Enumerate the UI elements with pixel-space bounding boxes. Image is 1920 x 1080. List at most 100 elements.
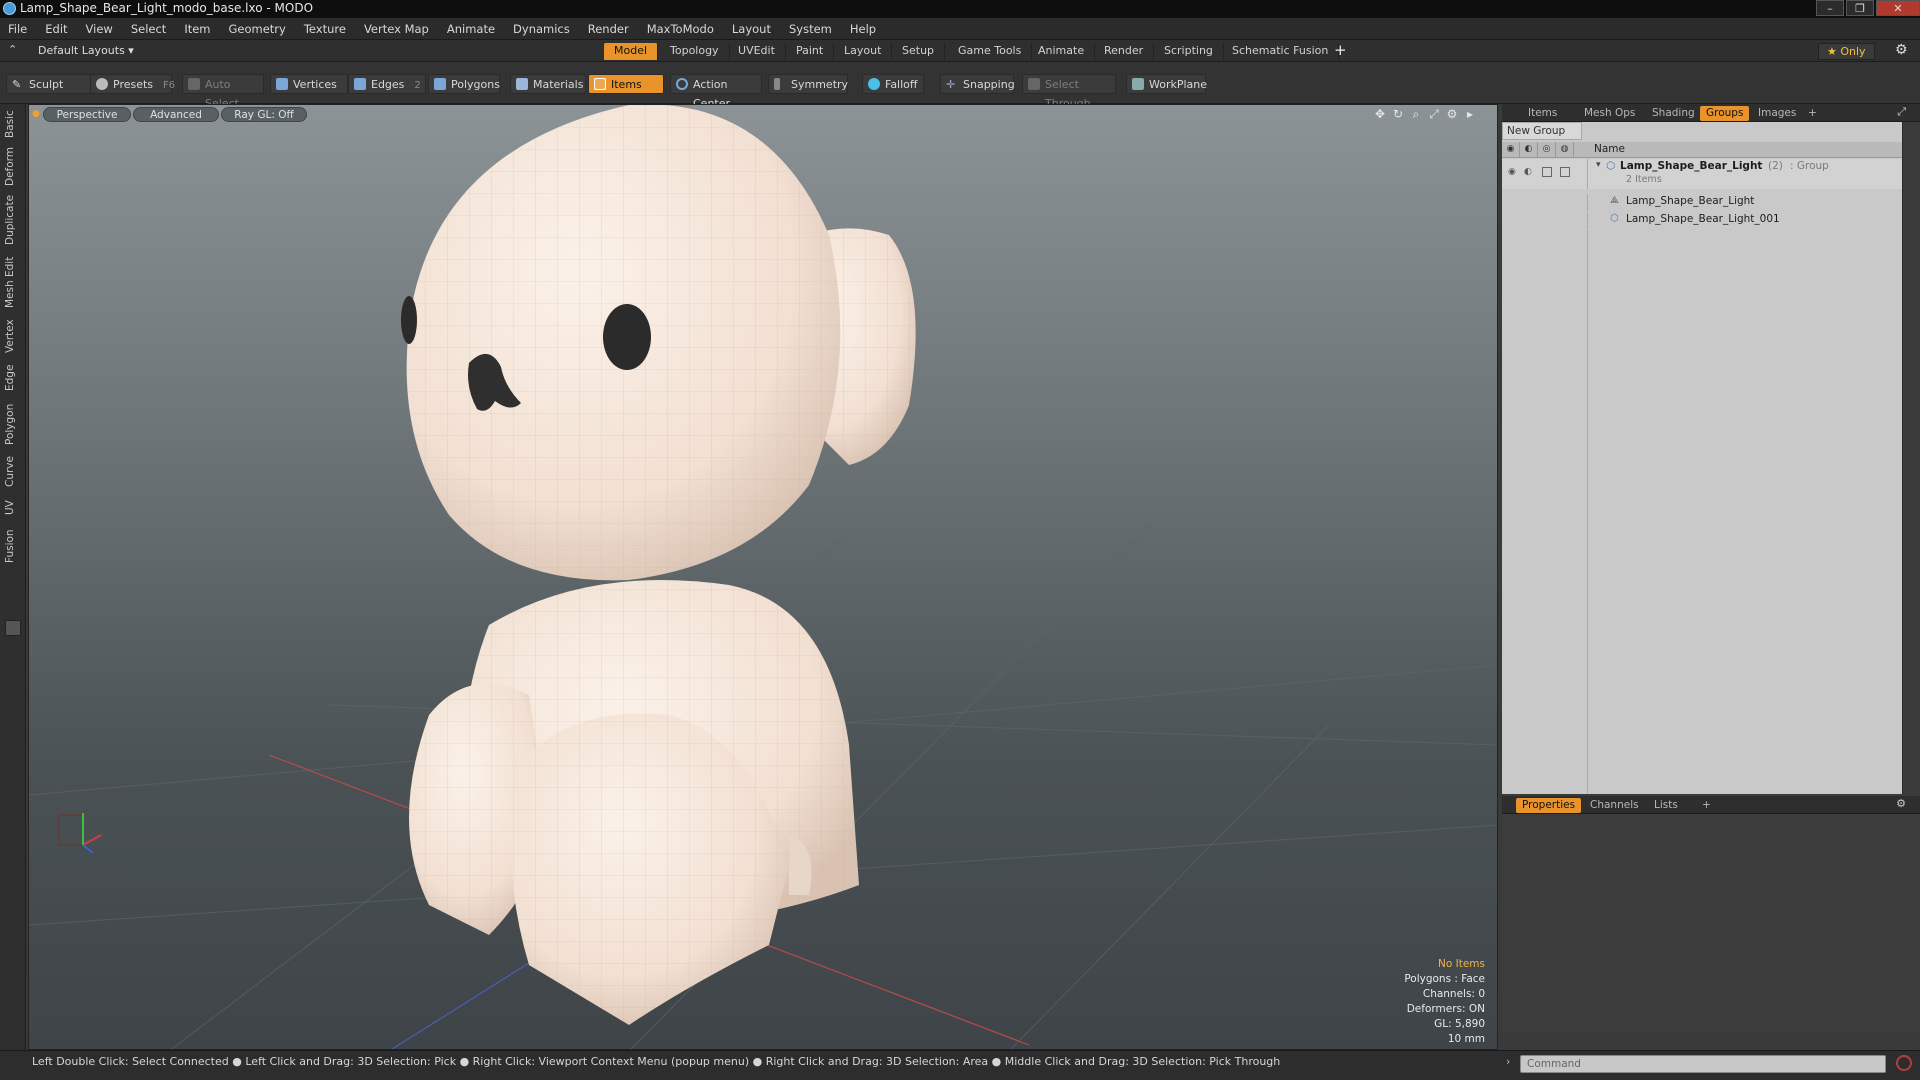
tab-images[interactable]: Images bbox=[1752, 106, 1802, 121]
tab-uvedit[interactable]: UVEdit bbox=[728, 43, 786, 60]
symmetry-button[interactable]: Symmetry bbox=[768, 74, 848, 94]
tab-items[interactable]: Items bbox=[1522, 106, 1563, 121]
tab-properties[interactable]: Properties bbox=[1516, 798, 1582, 813]
tool-tab-fusion[interactable]: Fusion bbox=[4, 526, 20, 566]
tab-animate[interactable]: Animate bbox=[1028, 43, 1096, 60]
menu-animate[interactable]: Animate bbox=[447, 22, 495, 36]
menu-texture[interactable]: Texture bbox=[304, 22, 346, 36]
bear-lamp-model[interactable] bbox=[401, 105, 916, 1025]
command-stop-icon[interactable] bbox=[1896, 1055, 1912, 1071]
menu-dynamics[interactable]: Dynamics bbox=[513, 22, 570, 36]
3d-viewport[interactable]: ● Perspective Advanced Ray GL: Off ✥ ↻ ⌕… bbox=[28, 104, 1498, 1050]
tab-game-tools[interactable]: Game Tools bbox=[948, 43, 1033, 60]
close-button[interactable]: ✕ bbox=[1876, 0, 1920, 16]
list-item-toggles bbox=[1502, 194, 1588, 211]
tab-lists[interactable]: Lists bbox=[1648, 798, 1684, 813]
list-item[interactable]: ⬡ Lamp_Shape_Bear_Light_001 bbox=[1502, 212, 1902, 229]
tab-groups[interactable]: Groups bbox=[1700, 106, 1750, 121]
tab-topology[interactable]: Topology bbox=[660, 43, 730, 60]
menu-file[interactable]: File bbox=[8, 22, 27, 36]
symmetry-label: Symmetry bbox=[791, 78, 849, 91]
add-properties-tab-button[interactable]: + bbox=[1696, 798, 1717, 813]
tab-channels[interactable]: Channels bbox=[1584, 798, 1645, 813]
falloff-label: Falloff bbox=[885, 78, 918, 91]
minimize-button[interactable]: – bbox=[1816, 0, 1844, 16]
menu-geometry[interactable]: Geometry bbox=[229, 22, 286, 36]
tab-paint[interactable]: Paint bbox=[786, 43, 835, 60]
tool-tab-vertex[interactable]: Vertex bbox=[4, 316, 20, 356]
tab-schematic-fusion[interactable]: Schematic Fusion bbox=[1222, 43, 1340, 60]
tool-tab-edge[interactable]: Edge bbox=[4, 362, 20, 394]
tool-tab-polygon[interactable]: Polygon bbox=[4, 400, 20, 448]
add-layout-tab-button[interactable]: + bbox=[1334, 41, 1347, 59]
tab-render[interactable]: Render bbox=[1094, 43, 1155, 60]
new-group-button[interactable]: New Group bbox=[1502, 122, 1582, 140]
edges-button[interactable]: Edges 2 bbox=[348, 74, 426, 94]
group-row[interactable]: ◉ ◐ ▾ ⬡ Lamp_Shape_Bear_Light (2) : Grou… bbox=[1502, 159, 1902, 189]
tab-layout[interactable]: Layout bbox=[834, 43, 893, 60]
workplane-label: WorkPlane bbox=[1149, 78, 1208, 91]
menu-maxtomodo[interactable]: MaxToModo bbox=[647, 22, 714, 36]
workplane-button[interactable]: WorkPlane bbox=[1126, 74, 1208, 94]
menu-help[interactable]: Help bbox=[850, 22, 876, 36]
render-column-icon[interactable]: ◐ bbox=[1520, 142, 1538, 158]
tab-shading[interactable]: Shading bbox=[1646, 106, 1701, 121]
vertices-button[interactable]: Vertices1 bbox=[270, 74, 353, 94]
sculpt-button[interactable]: ✎ Sculpt bbox=[6, 74, 92, 94]
tool-tabs-sidebar: Basic Deform Duplicate Mesh Edit Vertex … bbox=[0, 104, 26, 1050]
items-label: Items bbox=[611, 78, 642, 91]
tab-scripting[interactable]: Scripting bbox=[1154, 43, 1224, 60]
toggle-panel-button[interactable] bbox=[5, 620, 21, 636]
polygons-button[interactable]: Polygons bbox=[428, 74, 500, 94]
layout-collapse-icon[interactable]: ⌃ bbox=[8, 43, 17, 56]
layout-selector[interactable]: Default Layouts ▾ bbox=[38, 44, 134, 57]
command-chevron-icon[interactable]: › bbox=[1506, 1055, 1510, 1068]
name-column-header[interactable]: Name bbox=[1594, 143, 1625, 155]
materials-button[interactable]: Materials bbox=[510, 74, 586, 94]
group-visibility-icon[interactable]: ◉ bbox=[1508, 167, 1516, 177]
tab-setup[interactable]: Setup bbox=[892, 43, 946, 60]
group-expand-chevron-icon[interactable]: ▾ bbox=[1596, 160, 1601, 170]
snapping-button[interactable]: ✛ Snapping bbox=[940, 74, 1015, 94]
visibility-column-icon[interactable]: ◉ bbox=[1502, 142, 1520, 158]
tool-tab-uv[interactable]: UV bbox=[4, 496, 20, 520]
select-through-button[interactable]: Select Through bbox=[1022, 74, 1116, 110]
group-select-checkbox[interactable] bbox=[1560, 167, 1570, 177]
tool-tab-mesh-edit[interactable]: Mesh Edit bbox=[4, 254, 20, 310]
snapping-label: Snapping bbox=[963, 78, 1015, 91]
menu-view[interactable]: View bbox=[86, 22, 113, 36]
tool-tab-curve[interactable]: Curve bbox=[4, 454, 20, 490]
select-column-icon[interactable]: ◍ bbox=[1556, 142, 1574, 158]
groups-scrollbar[interactable] bbox=[1902, 122, 1920, 794]
items-button[interactable]: Items bbox=[588, 74, 664, 94]
menu-layout[interactable]: Layout bbox=[732, 22, 771, 36]
list-item[interactable]: ⟁ Lamp_Shape_Bear_Light bbox=[1502, 194, 1902, 211]
tool-tab-deform[interactable]: Deform bbox=[4, 146, 20, 186]
add-panel-tab-button[interactable]: + bbox=[1802, 106, 1823, 121]
maximize-button[interactable]: ❐ bbox=[1846, 0, 1874, 16]
auto-select-button[interactable]: Auto Select bbox=[182, 74, 264, 110]
command-input[interactable]: Command bbox=[1520, 1055, 1886, 1073]
tool-tab-duplicate[interactable]: Duplicate bbox=[4, 192, 20, 248]
only-toggle[interactable]: ★ Only bbox=[1818, 43, 1875, 60]
tool-tab-basic[interactable]: Basic bbox=[4, 108, 20, 140]
presets-button[interactable]: Presets F6 bbox=[90, 74, 175, 94]
menu-vertex-map[interactable]: Vertex Map bbox=[364, 22, 429, 36]
menu-select[interactable]: Select bbox=[131, 22, 166, 36]
tab-model[interactable]: Model bbox=[604, 43, 659, 60]
gear-icon[interactable]: ⚙ bbox=[1895, 42, 1908, 58]
expand-panel-icon[interactable]: ⤢ bbox=[1897, 105, 1906, 119]
vertices-label: Vertices bbox=[293, 78, 337, 91]
group-render-icon[interactable]: ◐ bbox=[1524, 167, 1532, 177]
group-lock-checkbox[interactable] bbox=[1542, 167, 1552, 177]
menu-edit[interactable]: Edit bbox=[45, 22, 67, 36]
lock-column-icon[interactable]: ◎ bbox=[1538, 142, 1556, 158]
properties-settings-icon[interactable]: ⚙ bbox=[1896, 797, 1906, 810]
action-center-button[interactable]: Action Center bbox=[670, 74, 762, 110]
edges-shortcut: 2 bbox=[414, 80, 421, 91]
falloff-button[interactable]: Falloff bbox=[862, 74, 924, 94]
tab-mesh-ops[interactable]: Mesh Ops bbox=[1578, 106, 1641, 121]
menu-item[interactable]: Item bbox=[184, 22, 210, 36]
menu-render[interactable]: Render bbox=[588, 22, 629, 36]
menu-system[interactable]: System bbox=[789, 22, 832, 36]
